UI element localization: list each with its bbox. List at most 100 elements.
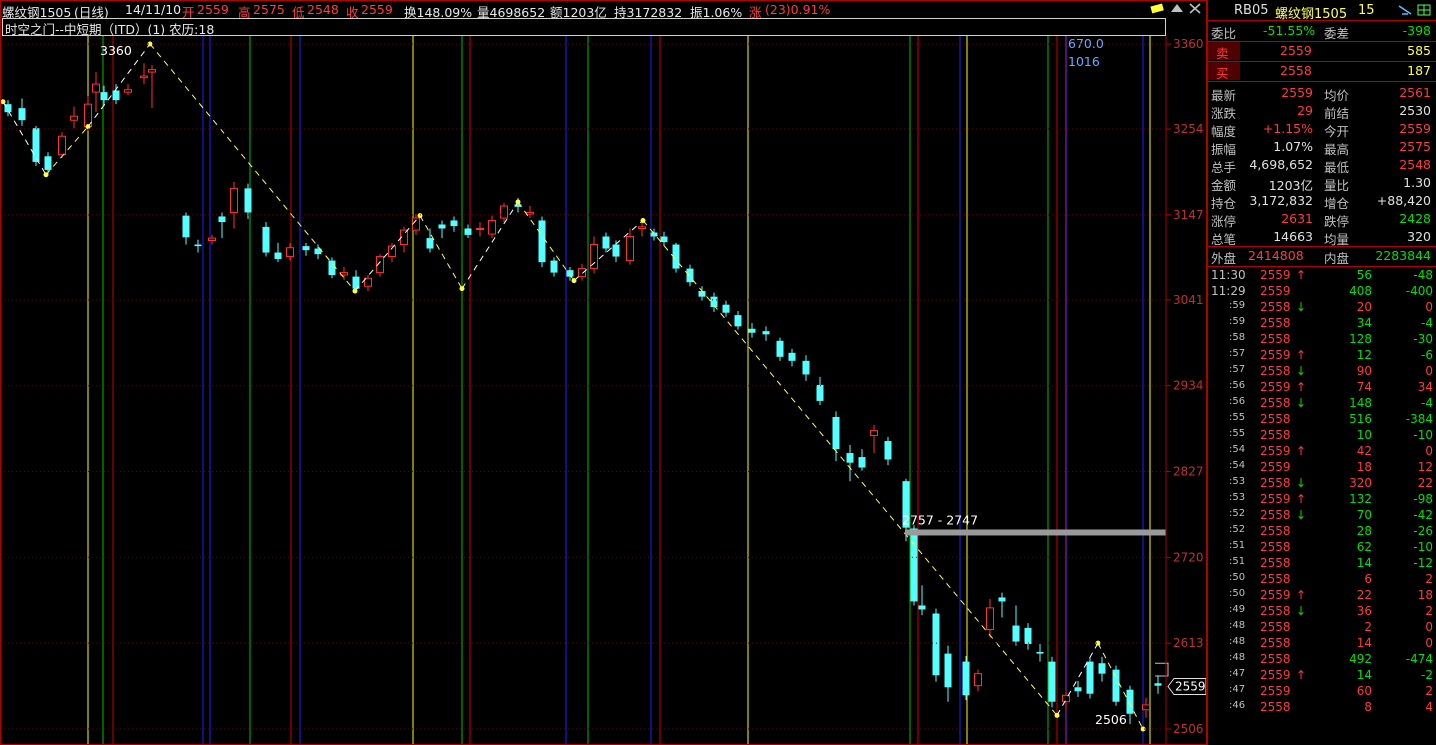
zone-annotation: 2757 - 2747 — [902, 512, 978, 527]
tick-arrow-icon: ↓ — [1296, 604, 1307, 618]
inner-label: 内盘 — [1324, 251, 1350, 266]
candle-body — [302, 246, 310, 251]
kline-chart[interactable]: 3360 2506 2757 - 2747 670.0 1016 3360 3254 314… — [0, 0, 1207, 745]
close-label: 收 — [346, 5, 359, 19]
candle-body — [148, 69, 156, 73]
grid-icon[interactable] — [1417, 4, 1431, 16]
candle-body — [112, 90, 120, 101]
tick-price: 2559 — [1260, 492, 1291, 506]
side-title: RB05 螺纹钢1505 15 — [1208, 0, 1436, 22]
stat-value: 2530 — [1399, 103, 1431, 118]
tick-row: :56 2558 ↓ 148 -4 — [1208, 396, 1436, 412]
quote-header: 螺纹钢1505 (日线) 14/11/10 开 2559 高 2575 低 25… — [0, 0, 1207, 19]
tick-time: :52 — [1229, 508, 1246, 519]
price-tick-label: 2827 — [1173, 465, 1204, 479]
weicha-value: -398 — [1402, 23, 1431, 38]
sell-label: 卖 — [1216, 46, 1229, 61]
pivot-dot — [417, 213, 423, 219]
tick-oi-change: 22 — [1417, 476, 1433, 490]
buy-row[interactable]: 买 2558 187 — [1208, 62, 1436, 81]
tick-time: :56 — [1229, 396, 1246, 407]
stat-value: +1.15% — [1262, 121, 1313, 136]
candle-body — [70, 115, 78, 121]
tick-volume: 148 — [1349, 396, 1372, 410]
tick-row: :51 2558 62 -10 — [1208, 540, 1436, 556]
candle-body — [998, 597, 1006, 602]
tick-volume: 56 — [1356, 268, 1372, 282]
tag-icon[interactable] — [1150, 3, 1164, 14]
tick-volume: 2 — [1364, 620, 1372, 634]
tick-time: :47 — [1229, 668, 1246, 679]
pivot-dot — [640, 217, 646, 223]
candle-body — [244, 188, 252, 213]
tick-oi-change: -42 — [1413, 508, 1433, 522]
amplitude-value: 振1.06% — [690, 5, 743, 19]
tick-price: 2558 — [1260, 364, 1291, 378]
tick-oi-change: 12 — [1417, 460, 1433, 474]
candle-body — [262, 226, 270, 253]
candle-body — [698, 291, 706, 297]
tick-arrow-icon: ↑ — [1296, 588, 1307, 602]
tick-oi-change: 0 — [1425, 636, 1433, 650]
tick-volume: 6 — [1364, 572, 1372, 586]
stat-row: 振幅 1.07% 最高 2575 — [1208, 138, 1436, 157]
sell-row[interactable]: 卖 2559 585 — [1208, 42, 1436, 61]
tick-row: :48 2558 14 0 — [1208, 636, 1436, 652]
stat-row: 总笔 14663 均量 320 — [1208, 228, 1436, 247]
pivot-dot — [1054, 712, 1060, 718]
tick-price: 2558 — [1260, 316, 1291, 330]
tick-price: 2559 — [1260, 684, 1291, 698]
stat-value: 2631 — [1281, 211, 1313, 226]
tick-price: 2558 — [1260, 428, 1291, 442]
candle-body — [910, 528, 918, 602]
tick-price: 2559 — [1260, 460, 1291, 474]
candle-body — [1048, 661, 1056, 702]
symbol-name: 螺纹钢1505 — [2, 5, 72, 19]
tick-time: :57 — [1229, 364, 1246, 375]
tick-price: 2559 — [1260, 668, 1291, 682]
candle-body — [660, 236, 668, 243]
indicator-bar[interactable]: 时空之门--中短期（ITD）(1) 农历:18 — [2, 18, 1166, 37]
kline-chart-panel[interactable]: 3360 2506 2757 - 2747 670.0 1016 3360 3254 314… — [0, 0, 1207, 745]
candle-body — [426, 238, 434, 249]
candle-body — [734, 315, 742, 327]
tick-row: :52 2558 28 -26 — [1208, 524, 1436, 540]
tick-time: :52 — [1229, 524, 1246, 535]
pivot-dot — [85, 124, 91, 130]
candle-body — [1074, 687, 1082, 692]
candle-body — [218, 216, 226, 223]
high-annotation: 3360 — [100, 43, 132, 58]
tick-price: 2558 — [1260, 300, 1291, 314]
tick-time: :53 — [1229, 492, 1246, 503]
tick-time: :54 — [1229, 460, 1246, 471]
candle-body — [870, 430, 878, 436]
stat-value: 2548 — [1399, 157, 1431, 172]
tick-oi-change: -384 — [1405, 412, 1433, 426]
candle-body — [602, 236, 610, 249]
tick-row: :47 2559 60 2 — [1208, 684, 1436, 700]
tick-arrow-icon: ↑ — [1296, 668, 1307, 682]
cycle-annotation: 670.0 — [1068, 36, 1104, 51]
tick-arrow-icon: ↓ — [1296, 300, 1307, 314]
tick-row: :50 2559 ↑ 22 18 — [1208, 588, 1436, 604]
pivot-dot — [515, 199, 521, 205]
candle-body — [1012, 625, 1020, 642]
indicator-title: 时空之门--中短期（ITD）(1) 农历:18 — [5, 22, 215, 37]
oi-value: 持3172832 — [614, 5, 683, 19]
up-arrow-icon[interactable] — [1170, 3, 1184, 14]
tick-volume: 70 — [1356, 508, 1372, 522]
candle-body — [832, 416, 840, 450]
tick-volume: 132 — [1349, 492, 1372, 506]
candle-body — [92, 83, 100, 93]
outer-value: 2414808 — [1248, 248, 1304, 263]
sell-price: 2559 — [1280, 43, 1312, 58]
tick-row: :59 2558 ↓ 20 0 — [1208, 300, 1436, 316]
settings-icon[interactable] — [1398, 4, 1412, 16]
price-tick-label: 3041 — [1173, 293, 1204, 307]
tick-time: :46 — [1229, 700, 1246, 711]
low-annotation: 2506 — [1095, 712, 1127, 727]
tick-price: 2558 — [1260, 556, 1291, 570]
stat-row: 幅度 +1.15% 今开 2559 — [1208, 120, 1436, 139]
tick-time: :58 — [1229, 332, 1246, 343]
close-icon[interactable] — [1188, 3, 1202, 14]
